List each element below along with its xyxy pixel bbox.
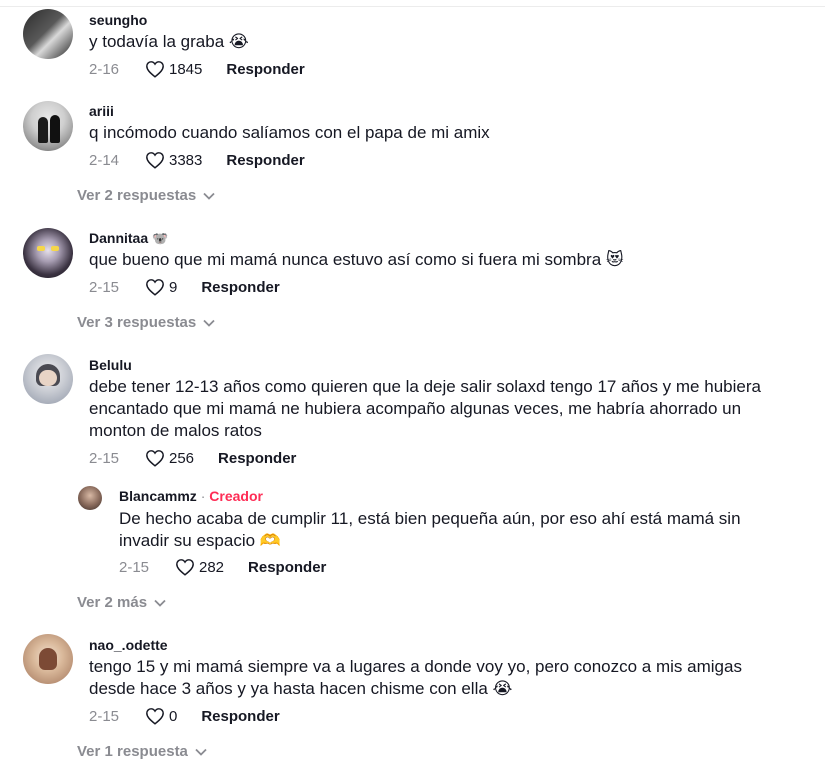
comment-text: q incómodo cuando salíamos con el papa d… — [89, 123, 490, 142]
reply-button[interactable]: Responder — [226, 61, 304, 78]
reply-button[interactable]: Responder — [201, 279, 279, 296]
comment-text: que bueno que mi mamá nunca estuvo así c… — [89, 250, 624, 269]
heart-icon — [146, 152, 164, 169]
comment-meta: 2-14 3383 Responder — [89, 150, 305, 170]
comment-username[interactable]: seungho — [89, 12, 147, 28]
chevron-down-icon — [203, 319, 215, 327]
heart-icon — [146, 708, 164, 725]
comment-username[interactable]: nao_.odette — [89, 637, 168, 653]
view-replies-button[interactable]: Ver 3 respuestas — [77, 314, 215, 331]
reply-meta: 2-15 282 Responder — [119, 557, 326, 577]
comment-text: tengo 15 y mi mamá siempre va a lugares … — [89, 657, 742, 698]
chevron-down-icon — [154, 599, 166, 607]
like-count: 282 — [199, 558, 225, 576]
crying-emoji: 😭 — [228, 32, 249, 51]
crying-emoji: 😭 — [492, 679, 513, 698]
comment-text: debe tener 12-13 años como quieren que l… — [89, 377, 761, 440]
comment-meta: 2-15 0 Responder — [89, 706, 280, 726]
like-count: 1845 — [169, 60, 203, 78]
comment-date: 2-15 — [89, 278, 120, 296]
heart-hands-emoji: 🫶 — [259, 531, 281, 550]
top-divider — [0, 6, 825, 7]
avatar[interactable] — [23, 9, 73, 59]
view-replies-button[interactable]: Ver 2 respuestas — [77, 187, 215, 204]
comment-date: 2-15 — [89, 707, 120, 725]
heart-eyes-cat-emoji: 😻 — [605, 250, 624, 269]
heart-icon — [146, 61, 164, 78]
like-button[interactable]: 9 — [145, 278, 177, 296]
like-count: 9 — [169, 278, 178, 296]
like-button[interactable]: 256 — [145, 449, 194, 467]
comment-meta: 2-15 256 Responder — [89, 448, 296, 468]
like-count: 3383 — [169, 151, 203, 169]
comment-date: 2-16 — [89, 60, 120, 78]
creator-badge: Creador — [209, 488, 263, 504]
comment-username[interactable]: ariii — [89, 103, 114, 119]
reply-button[interactable]: Responder — [201, 708, 279, 725]
comment-date: 2-15 — [89, 449, 120, 467]
comment-username[interactable]: Dannitaa 🐨 — [89, 230, 168, 247]
chevron-down-icon — [203, 192, 215, 200]
avatar[interactable] — [23, 101, 73, 151]
reply-date: 2-15 — [119, 558, 150, 576]
like-count: 256 — [169, 449, 195, 467]
chevron-down-icon — [195, 748, 207, 756]
reply-text: De hecho acaba de cumplir 11, está bien … — [119, 509, 741, 550]
view-more-replies-button[interactable]: Ver 2 más — [77, 594, 166, 611]
like-button[interactable]: 0 — [145, 707, 177, 725]
avatar[interactable] — [23, 634, 73, 684]
comment-text: y todavía la graba 😭 — [89, 32, 249, 51]
like-button[interactable]: 3383 — [145, 151, 202, 169]
comment-date: 2-14 — [89, 151, 120, 169]
avatar[interactable] — [78, 486, 102, 510]
reply-username[interactable]: Blancammz · Creador — [119, 488, 263, 504]
reply-button[interactable]: Responder — [218, 450, 296, 467]
avatar[interactable] — [23, 228, 73, 278]
reply-button[interactable]: Responder — [248, 559, 326, 576]
like-count: 0 — [169, 707, 178, 725]
heart-icon — [146, 450, 164, 467]
avatar[interactable] — [23, 354, 73, 404]
koala-emoji: 🐨 — [152, 231, 169, 246]
comment-username[interactable]: Belulu — [89, 357, 132, 373]
comment-meta: 2-16 1845 Responder — [89, 59, 305, 79]
like-button[interactable]: 282 — [175, 558, 224, 576]
view-replies-button[interactable]: Ver 1 respuesta — [77, 743, 207, 760]
heart-icon — [146, 279, 164, 296]
separator-dot: · — [200, 488, 206, 504]
heart-icon — [176, 559, 194, 576]
comment-meta: 2-15 9 Responder — [89, 277, 280, 297]
reply-button[interactable]: Responder — [226, 152, 304, 169]
like-button[interactable]: 1845 — [145, 60, 202, 78]
